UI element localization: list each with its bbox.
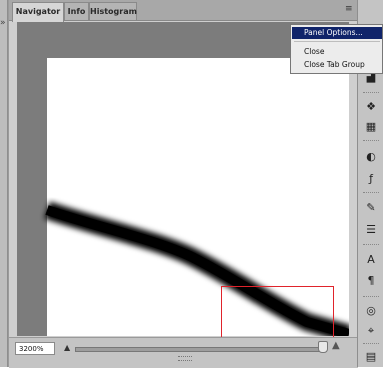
tab-info[interactable]: Info — [64, 2, 89, 20]
clone-source-icon[interactable]: ✎ — [362, 199, 380, 217]
view-box[interactable] — [221, 286, 334, 344]
menu-separator — [294, 41, 380, 42]
layer-icon[interactable]: ▤ — [362, 348, 380, 366]
panel-options-menu: Panel Options... Close Close Tab Group — [290, 24, 383, 74]
adjustments-icon[interactable]: ◐ — [362, 148, 380, 166]
zoom-slider[interactable] — [75, 347, 325, 352]
layers-comp-icon[interactable]: ▦ — [362, 118, 380, 136]
dock-divider — [363, 296, 379, 297]
brush-preset-icon[interactable]: ☰ — [362, 221, 380, 239]
paragraph-icon[interactable]: ¶ — [362, 272, 380, 290]
dock-divider — [363, 140, 379, 141]
panel-menu-icon[interactable]: ≡ — [345, 4, 353, 14]
left-dock-strip: » — [0, 0, 8, 367]
zoom-controls: 3200% ▲ ▲ — [9, 337, 358, 368]
dock-divider — [363, 92, 379, 93]
tab-navigator[interactable]: Navigator — [12, 2, 64, 22]
styles-icon[interactable]: ƒ — [362, 170, 380, 188]
collapse-arrows-icon[interactable]: » — [0, 18, 6, 28]
resize-grip-icon[interactable] — [178, 356, 192, 361]
3d-axis-icon[interactable]: ⌖ — [362, 322, 380, 340]
menu-item-close[interactable]: Close — [292, 46, 382, 58]
3d-material-icon[interactable]: ◎ — [362, 302, 380, 320]
zoom-in-mountain-icon[interactable]: ▲ — [332, 340, 340, 351]
tab-bar: Navigator Info Histogram ≡ — [9, 0, 358, 22]
character-icon[interactable]: A — [362, 251, 380, 269]
zoom-out-mountain-icon[interactable]: ▲ — [64, 343, 70, 352]
tab-histogram[interactable]: Histogram — [89, 2, 137, 20]
3d-icon[interactable]: ❖ — [362, 98, 380, 116]
dock-divider — [363, 343, 379, 344]
zoom-slider-thumb[interactable] — [318, 341, 328, 353]
zoom-input[interactable]: 3200% — [15, 342, 55, 355]
dock-divider — [363, 244, 379, 245]
menu-item-panel-options[interactable]: Panel Options... — [292, 27, 382, 39]
dock-divider — [363, 192, 379, 193]
menu-item-close-tab-group[interactable]: Close Tab Group — [292, 59, 382, 71]
